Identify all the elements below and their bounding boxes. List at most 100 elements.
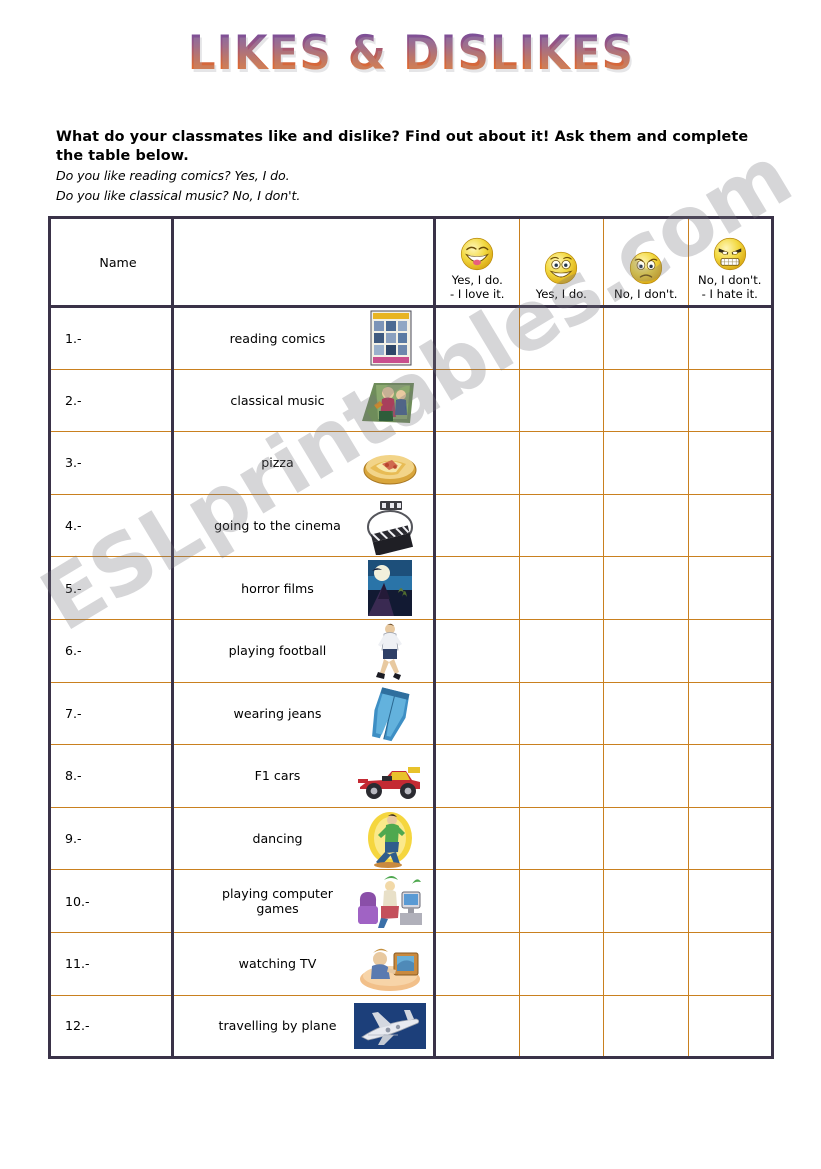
answer-cell[interactable] (603, 493, 689, 558)
name-column-header: Name (48, 216, 174, 308)
musicians-icon (353, 371, 427, 429)
answer-row (433, 618, 774, 683)
activity-cell: watching TV (172, 931, 436, 996)
row-number-cell[interactable]: 2.- (48, 368, 174, 433)
dancer-icon (353, 810, 427, 868)
race-car-icon (353, 747, 427, 805)
answer-cell[interactable] (603, 994, 689, 1060)
instructions-block: What do your classmates like and dislike… (56, 128, 772, 205)
pizza-icon (353, 434, 427, 492)
answer-cell[interactable] (603, 556, 689, 620)
activity-table-header-row: Name (48, 216, 436, 308)
row-number-cell[interactable]: 12.- (48, 994, 174, 1060)
activity-label: travelling by plane (218, 1018, 337, 1034)
activity-cell: going to the cinema (172, 493, 436, 558)
answer-row (433, 493, 774, 558)
answer-cell[interactable] (518, 431, 604, 495)
answer-cell[interactable] (687, 618, 774, 683)
grinning-face-icon (522, 250, 602, 286)
answer-cell[interactable] (687, 744, 774, 808)
activity-cell: reading comics (172, 306, 436, 370)
answer-cell[interactable] (433, 869, 520, 933)
answer-cell[interactable] (687, 556, 774, 620)
row-number-cell[interactable]: 7.- (48, 681, 174, 746)
row-number-cell[interactable]: 11.- (48, 931, 174, 996)
answer-cell[interactable] (433, 744, 520, 808)
answer-cell[interactable] (603, 618, 689, 683)
answer-cell[interactable] (603, 431, 689, 495)
answer-cell[interactable] (433, 431, 520, 495)
answer-cell[interactable] (518, 869, 604, 933)
answer-cell[interactable] (518, 994, 604, 1060)
answer-cell[interactable] (433, 368, 520, 433)
activity-cell: playing football (172, 618, 436, 683)
instruction-main: What do your classmates like and dislike… (56, 129, 749, 164)
answer-row (433, 806, 774, 871)
answer-column-label: Yes, I do. (535, 286, 587, 301)
answer-cell[interactable] (433, 931, 520, 996)
answer-cell[interactable] (518, 493, 604, 558)
answer-cell[interactable] (687, 994, 774, 1060)
answer-cell[interactable] (603, 368, 689, 433)
row-number-cell[interactable]: 3.- (48, 431, 174, 495)
answer-cell[interactable] (518, 931, 604, 996)
name-header-label: Name (99, 254, 137, 270)
activity-label: playing football (228, 643, 327, 659)
answer-cell[interactable] (687, 681, 774, 746)
horror-poster-icon (353, 559, 427, 617)
answer-cell[interactable] (687, 368, 774, 433)
answer-cell[interactable] (687, 869, 774, 933)
answer-cell[interactable] (687, 306, 774, 370)
table-row: 9.- dancing (48, 806, 436, 871)
row-number-cell[interactable]: 6.- (48, 618, 174, 683)
answer-cell[interactable] (603, 744, 689, 808)
airplane-icon (353, 997, 427, 1055)
table-row: 5.- horror films (48, 556, 436, 620)
answer-cell[interactable] (433, 994, 520, 1060)
activity-label: F1 cars (254, 768, 301, 784)
row-number-cell[interactable]: 9.- (48, 806, 174, 871)
answer-cell[interactable] (433, 806, 520, 871)
row-number-cell[interactable]: 1.- (48, 306, 174, 370)
answer-cell[interactable] (603, 869, 689, 933)
row-number-cell[interactable]: 8.- (48, 744, 174, 808)
answer-cell[interactable] (603, 931, 689, 996)
row-number-cell[interactable]: 5.- (48, 556, 174, 620)
answer-row (433, 869, 774, 933)
answer-cell[interactable] (687, 931, 774, 996)
answer-cell[interactable] (433, 556, 520, 620)
answer-grid-table: Yes, I do. - I love it. Yes, I do. No, I d… (433, 216, 774, 1060)
answer-cell[interactable] (518, 306, 604, 370)
activity-label: reading comics (229, 330, 326, 346)
answer-column-header-4: No, I don't. - I hate it. (687, 216, 774, 308)
answer-cell[interactable] (433, 618, 520, 683)
answer-cell[interactable] (433, 306, 520, 370)
answer-cell[interactable] (603, 306, 689, 370)
answer-cell[interactable] (518, 618, 604, 683)
answer-cell[interactable] (433, 681, 520, 746)
table-row: 2.- classical music (48, 368, 436, 433)
answer-cell[interactable] (433, 493, 520, 558)
answer-row (433, 994, 774, 1060)
answer-cell[interactable] (518, 681, 604, 746)
answer-cell[interactable] (603, 806, 689, 871)
answer-cell[interactable] (518, 556, 604, 620)
answer-column-label: Yes, I do. - I love it. (450, 273, 505, 301)
answer-cell[interactable] (687, 431, 774, 495)
answer-cell[interactable] (687, 806, 774, 871)
answer-cell[interactable] (518, 806, 604, 871)
row-number-cell[interactable]: 10.- (48, 869, 174, 933)
answer-cell[interactable] (518, 368, 604, 433)
answer-cell[interactable] (687, 493, 774, 558)
activity-cell: F1 cars (172, 744, 436, 808)
activity-label: classical music (230, 392, 325, 408)
answer-row (433, 681, 774, 746)
answer-cell[interactable] (603, 681, 689, 746)
footballer-icon (353, 622, 427, 680)
activity-label: wearing jeans (233, 705, 322, 721)
row-number-cell[interactable]: 4.- (48, 493, 174, 558)
answer-cell[interactable] (518, 744, 604, 808)
activity-cell: pizza (172, 431, 436, 495)
activity-column-header (172, 216, 436, 308)
sad-face-icon (606, 250, 686, 286)
